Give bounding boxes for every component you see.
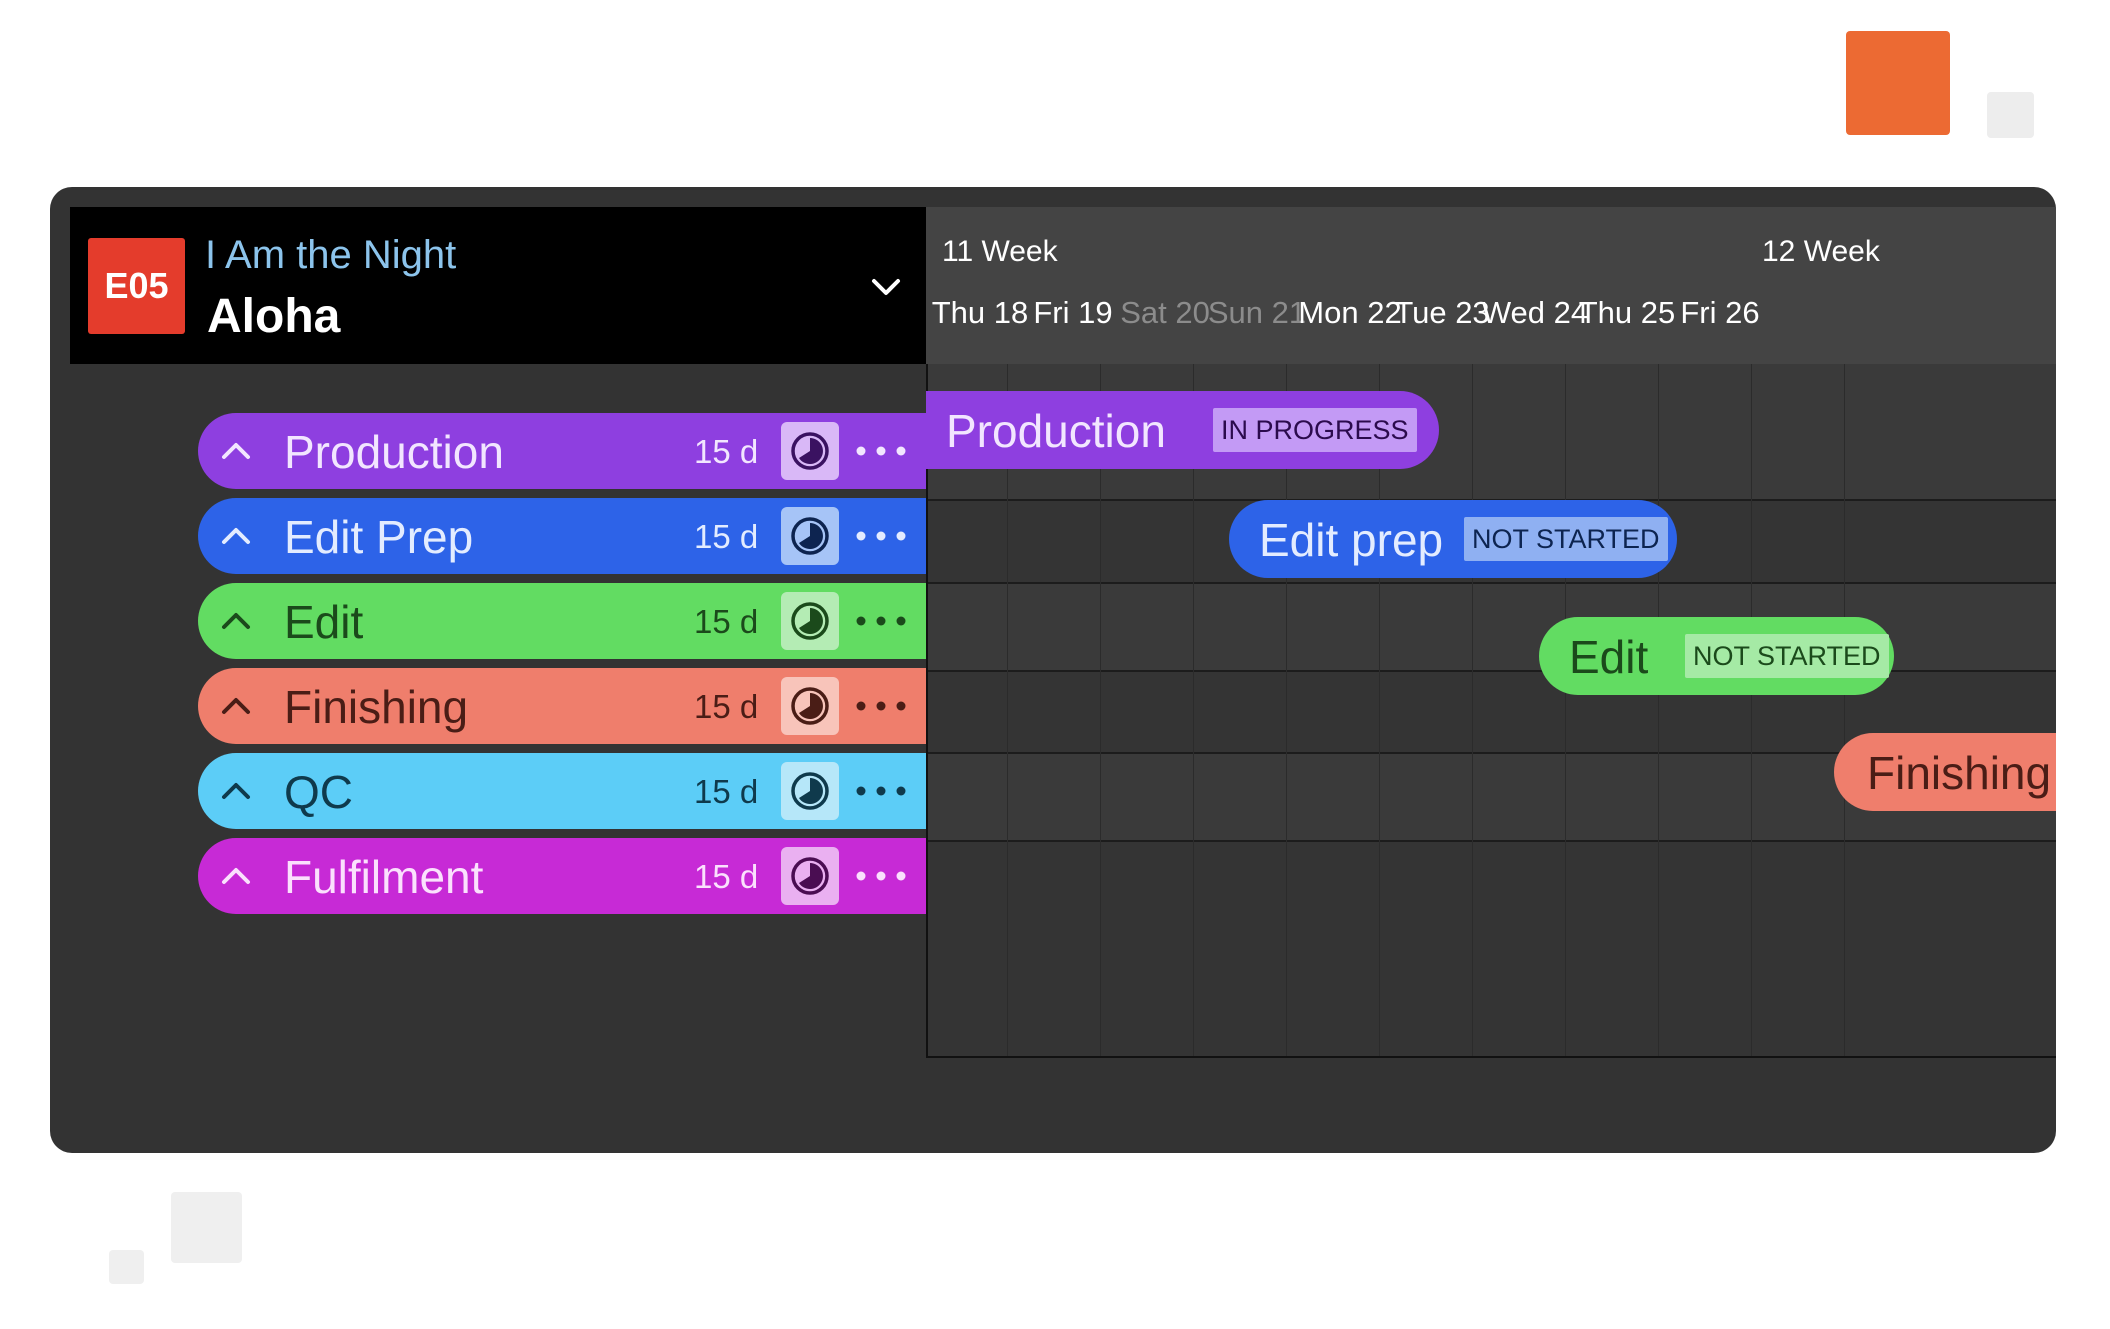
clock-icon-button[interactable]: [781, 762, 839, 820]
grid-row-divider: [926, 582, 2056, 584]
grid-day-line: [1658, 364, 1659, 1058]
clock-icon: [791, 602, 829, 640]
phase-duration: 15 d: [694, 688, 759, 725]
clock-icon: [791, 857, 829, 895]
clock-icon: [791, 517, 829, 555]
clock-icon: [791, 432, 829, 470]
more-options-icon[interactable]: [853, 856, 909, 896]
grid-day-line: [1472, 364, 1473, 1058]
decorative-orange-square: [1846, 31, 1950, 135]
phase-name: Edit: [284, 596, 364, 648]
chevron-up-icon[interactable]: [218, 773, 254, 809]
schedule-panel: E05 I Am the Night Aloha 11 Week 12 Week…: [50, 187, 2056, 1153]
project-header[interactable]: E05 I Am the Night Aloha: [70, 207, 926, 364]
gantt-bar[interactable]: Edit NOT STARTED: [1539, 617, 1894, 695]
chevron-down-icon[interactable]: [866, 267, 906, 307]
timeline-row-band: [926, 841, 2056, 1058]
phase-duration: 15 d: [694, 858, 759, 895]
week-label: 11 Week: [942, 235, 1058, 268]
grid-day-line: [1751, 364, 1752, 1058]
grid-divider: [926, 1056, 2056, 1058]
phase-row[interactable]: Finishing 15 d: [198, 668, 926, 744]
day-label: Tue 23: [1394, 295, 1490, 330]
week-label: 12 Week: [1762, 235, 1880, 268]
phase-duration: 15 d: [694, 773, 759, 810]
phase-row[interactable]: Fulfilment 15 d: [198, 838, 926, 914]
timeline-header: 11 Week 12 Week Thu 18 Fri 19 Sat 20 Sun 21…: [926, 207, 2056, 364]
phase-name: QC: [284, 766, 353, 818]
decorative-gray-square: [109, 1250, 144, 1284]
more-options-icon[interactable]: [853, 771, 909, 811]
day-label: Sat 20: [1120, 295, 1210, 330]
phase-row[interactable]: Edit 15 d: [198, 583, 926, 659]
phase-duration: 15 d: [694, 603, 759, 640]
gantt-bar-label: Edit: [1569, 631, 1649, 683]
chevron-up-icon[interactable]: [218, 688, 254, 724]
day-label: Fri 19: [1033, 295, 1113, 330]
status-badge: IN PROGRESS: [1213, 408, 1417, 452]
decorative-gray-square: [1987, 92, 2034, 138]
day-label: Wed 24: [1481, 295, 1589, 330]
project-title: I Am the Night: [205, 233, 457, 277]
more-options-icon[interactable]: [853, 686, 909, 726]
grid-row-divider: [926, 840, 2056, 842]
gantt-bar[interactable]: Edit prep NOT STARTED: [1229, 500, 1677, 578]
day-label: Sun 21: [1207, 295, 1307, 330]
phase-row[interactable]: QC 15 d: [198, 753, 926, 829]
gantt-bar[interactable]: Finishing: [1834, 733, 2056, 811]
clock-icon-button[interactable]: [781, 592, 839, 650]
decorative-gray-square: [171, 1192, 242, 1263]
clock-icon: [791, 772, 829, 810]
chevron-up-icon[interactable]: [218, 518, 254, 554]
gantt-bar-label: Production: [946, 405, 1166, 457]
gantt-bar-label: Edit prep: [1259, 514, 1444, 566]
clock-icon-button[interactable]: [781, 677, 839, 735]
more-options-icon[interactable]: [853, 601, 909, 641]
phase-row[interactable]: Edit Prep 15 d: [198, 498, 926, 574]
chevron-up-icon[interactable]: [218, 433, 254, 469]
grid-day-line: [1565, 364, 1566, 1058]
day-label: Fri 26: [1680, 295, 1760, 330]
chevron-up-icon[interactable]: [218, 858, 254, 894]
day-label: Mon 22: [1298, 295, 1402, 330]
phase-duration: 15 d: [694, 433, 759, 470]
clock-icon-button[interactable]: [781, 422, 839, 480]
chevron-up-icon[interactable]: [218, 603, 254, 639]
phase-name: Production: [284, 426, 504, 478]
clock-icon: [791, 687, 829, 725]
more-options-icon[interactable]: [853, 516, 909, 556]
phase-name: Finishing: [284, 681, 469, 733]
phase-name: Edit Prep: [284, 511, 474, 563]
phase-duration: 15 d: [694, 518, 759, 555]
gantt-bar[interactable]: Production IN PROGRESS: [926, 391, 1439, 469]
clock-icon-button[interactable]: [781, 507, 839, 565]
gantt-bar-label: Finishing: [1867, 747, 2052, 799]
episode-badge: E05: [88, 238, 185, 334]
episode-title: Aloha: [207, 290, 341, 343]
clock-icon-button[interactable]: [781, 847, 839, 905]
status-badge: NOT STARTED: [1685, 634, 1889, 678]
day-label: Thu 25: [1578, 295, 1676, 330]
phase-row[interactable]: Production 15 d: [198, 413, 926, 489]
phase-name: Fulfilment: [284, 851, 484, 903]
grid-day-line: [1844, 364, 1845, 1058]
more-options-icon[interactable]: [853, 431, 909, 471]
day-label: Thu 18: [931, 295, 1029, 330]
status-badge: NOT STARTED: [1464, 517, 1668, 561]
